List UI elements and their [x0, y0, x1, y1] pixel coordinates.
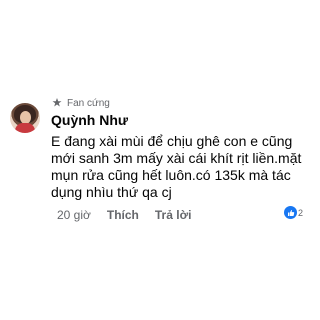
author-name[interactable]: Quỳnh Như — [51, 112, 128, 128]
reply-button[interactable]: Trả lời — [155, 208, 192, 222]
avatar-shirt — [15, 123, 35, 133]
comment-actions: 20 giờ Thích Trả lời — [57, 208, 191, 222]
fan-badge-icon — [52, 98, 62, 107]
fan-badge: Fan cứng — [51, 96, 110, 110]
reaction-summary[interactable]: 2 — [284, 206, 303, 219]
fan-badge-label: Fan cứng — [67, 97, 110, 109]
like-button[interactable]: Thích — [107, 208, 139, 222]
comment-timestamp[interactable]: 20 giờ — [57, 208, 91, 222]
avatar[interactable] — [10, 103, 40, 133]
like-icon — [284, 206, 297, 219]
reaction-count: 2 — [298, 207, 304, 218]
comment-text: E đang xài mùi để chịu ghê con e cũng mớ… — [51, 133, 302, 200]
comment-screenshot: Fan cứng Quỳnh Như E đang xài mùi để chị… — [0, 0, 320, 320]
thumbs-up-icon — [287, 209, 294, 216]
